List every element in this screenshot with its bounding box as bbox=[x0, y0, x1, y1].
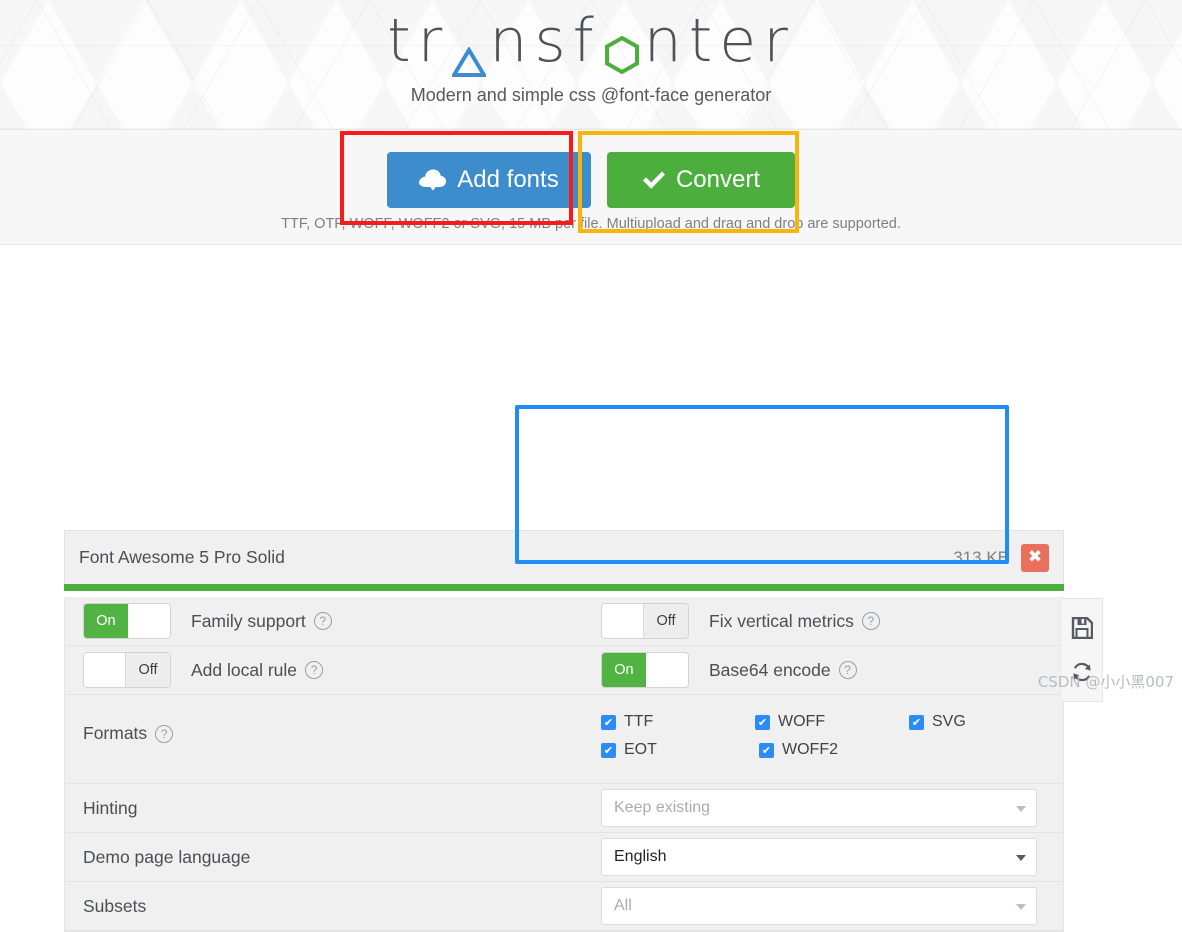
convert-label: Convert bbox=[675, 166, 761, 193]
hinting-select[interactable]: Keep existing bbox=[601, 789, 1037, 827]
demo-language-value: English bbox=[614, 848, 667, 865]
option-label-text: Base64 encode bbox=[709, 659, 831, 680]
options-row-1: On Family support ? Off Fix vertical met… bbox=[65, 597, 1063, 646]
formats-label: Formats ? bbox=[83, 695, 573, 744]
option-label-fix-vertical-metrics: Fix vertical metrics ? bbox=[709, 611, 880, 632]
checkbox-checked-icon: ✔ bbox=[755, 714, 770, 730]
save-icon bbox=[1071, 617, 1093, 639]
option-add-local-rule: Off Add local rule ? bbox=[83, 652, 573, 688]
check-icon bbox=[642, 170, 666, 190]
option-family-support: On Family support ? bbox=[83, 603, 573, 639]
format-checkbox-woff2[interactable]: ✔ WOFF2 bbox=[759, 741, 917, 759]
site-tagline: Modern and simple css @font-face generat… bbox=[410, 85, 772, 105]
save-settings-button[interactable] bbox=[1071, 617, 1093, 639]
checkbox-checked-icon: ✔ bbox=[909, 714, 924, 730]
close-icon: ✖ bbox=[1027, 547, 1043, 567]
checkbox-checked-icon: ✔ bbox=[759, 742, 774, 758]
toggle-knob bbox=[602, 604, 645, 638]
chevron-down-icon bbox=[1016, 855, 1026, 861]
chevron-down-icon bbox=[1016, 806, 1026, 812]
format-checkbox-eot[interactable]: ✔ EOT bbox=[601, 741, 759, 759]
options-row-2: Off Add local rule ? On Base64 encode ? bbox=[65, 646, 1063, 695]
format-label: TTF bbox=[624, 713, 654, 730]
help-icon[interactable]: ? bbox=[313, 612, 332, 630]
logo-part-3: nter bbox=[643, 6, 795, 76]
font-file-header: Font Awesome 5 Pro Solid 313 KB ✖ bbox=[64, 530, 1064, 584]
option-label-text: Fix vertical metrics bbox=[709, 610, 854, 631]
option-label-text: Add local rule bbox=[191, 659, 298, 680]
format-checkbox-ttf[interactable]: ✔ TTF bbox=[601, 713, 755, 731]
formats-label-text: Formats bbox=[83, 723, 148, 743]
font-file-size: 313 KB bbox=[953, 547, 1009, 567]
add-fonts-button[interactable]: Add fonts bbox=[387, 152, 591, 208]
site-logo: tr nsf nter bbox=[387, 6, 795, 77]
hinting-value: Keep existing bbox=[614, 799, 711, 816]
subsets-select[interactable]: All bbox=[601, 887, 1037, 925]
format-label: EOT bbox=[624, 741, 657, 758]
font-file-name: Font Awesome 5 Pro Solid bbox=[79, 547, 285, 567]
toggle-state-label: Off bbox=[126, 653, 170, 687]
cloud-upload-icon bbox=[419, 169, 447, 191]
hinting-select-wrap: Keep existing bbox=[573, 789, 1063, 827]
remove-font-button[interactable]: ✖ bbox=[1021, 543, 1049, 572]
primary-buttons-row: Add fonts Convert bbox=[0, 152, 1182, 208]
format-checkbox-woff[interactable]: ✔ WOFF bbox=[755, 713, 909, 731]
logo-hexagon-icon bbox=[604, 25, 640, 74]
formats-checkbox-grid: ✔ TTF ✔ WOFF ✔ SVG ✔ EOT ✔ WOFF2 bbox=[573, 695, 1063, 783]
options-row-demo-language: Demo page language English bbox=[65, 833, 1063, 882]
convert-button[interactable]: Convert bbox=[607, 152, 795, 208]
toggle-state-label: Off bbox=[644, 604, 688, 638]
logo-wrapper: tr nsf nter bbox=[0, 6, 1182, 77]
option-label-base64-encode: Base64 encode ? bbox=[709, 660, 857, 681]
font-file-card: Font Awesome 5 Pro Solid 313 KB ✖ bbox=[64, 530, 1064, 591]
options-panel: On Family support ? Off Fix vertical met… bbox=[64, 597, 1064, 932]
logo-part-1: tr bbox=[387, 6, 450, 76]
formats-line-2: ✔ EOT ✔ WOFF2 bbox=[601, 741, 1063, 759]
chevron-down-icon bbox=[1016, 904, 1026, 910]
action-bar: Add fonts Convert TTF, OTF, WOFF, WOFF2 … bbox=[0, 130, 1182, 245]
formats-line-1: ✔ TTF ✔ WOFF ✔ SVG bbox=[601, 713, 1063, 731]
help-icon[interactable]: ? bbox=[861, 612, 880, 630]
watermark-text: CSDN @小小黑007 bbox=[1037, 673, 1174, 691]
option-fix-vertical-metrics: Off Fix vertical metrics ? bbox=[573, 603, 1063, 639]
help-icon[interactable]: ? bbox=[838, 661, 857, 679]
toggle-state-label: On bbox=[84, 604, 128, 638]
hinting-label: Hinting bbox=[83, 797, 138, 818]
upload-hint-text: TTF, OTF, WOFF, WOFF2 or SVG, 15 MB per … bbox=[281, 216, 901, 232]
checkbox-checked-icon: ✔ bbox=[601, 742, 616, 758]
toggle-knob bbox=[84, 653, 127, 687]
checkbox-checked-icon: ✔ bbox=[601, 714, 616, 730]
logo-triangle-icon bbox=[450, 27, 488, 77]
help-icon[interactable]: ? bbox=[155, 724, 174, 743]
toggle-base64-encode[interactable]: On bbox=[601, 652, 689, 688]
option-label-family-support: Family support ? bbox=[191, 611, 332, 632]
logo-part-2: nsf bbox=[489, 6, 601, 76]
subsets-label: Subsets bbox=[83, 895, 147, 916]
upload-progress-bar bbox=[64, 584, 1064, 591]
option-base64-encode: On Base64 encode ? bbox=[573, 652, 1063, 688]
toggle-knob bbox=[645, 653, 688, 687]
options-row-formats: Formats ? ✔ TTF ✔ WOFF ✔ SVG ✔ EOT ✔ WOF… bbox=[65, 695, 1063, 784]
format-label: WOFF2 bbox=[782, 741, 838, 758]
format-label: SVG bbox=[932, 713, 966, 730]
toggle-knob bbox=[127, 604, 170, 638]
subsets-select-wrap: All bbox=[573, 887, 1063, 925]
add-fonts-label: Add fonts bbox=[457, 166, 559, 193]
demo-language-select[interactable]: English bbox=[601, 838, 1037, 876]
site-header: tr nsf nter Modern and simple css @font-… bbox=[0, 0, 1182, 130]
option-label-add-local-rule: Add local rule ? bbox=[191, 659, 324, 681]
toggle-fix-vertical-metrics[interactable]: Off bbox=[601, 603, 689, 639]
toggle-state-label: On bbox=[602, 653, 646, 687]
toggle-add-local-rule[interactable]: Off bbox=[83, 652, 171, 688]
option-label-text: Family support bbox=[191, 610, 306, 631]
toggle-family-support[interactable]: On bbox=[83, 603, 171, 639]
subsets-value: All bbox=[614, 897, 632, 914]
options-row-hinting: Hinting Keep existing bbox=[65, 784, 1063, 833]
demo-language-label: Demo page language bbox=[83, 846, 251, 867]
format-label: WOFF bbox=[778, 713, 826, 730]
demo-language-select-wrap: English bbox=[573, 838, 1063, 876]
format-checkbox-svg[interactable]: ✔ SVG bbox=[909, 713, 1063, 731]
help-icon[interactable]: ? bbox=[305, 661, 324, 679]
options-row-subsets: Subsets All bbox=[65, 882, 1063, 931]
